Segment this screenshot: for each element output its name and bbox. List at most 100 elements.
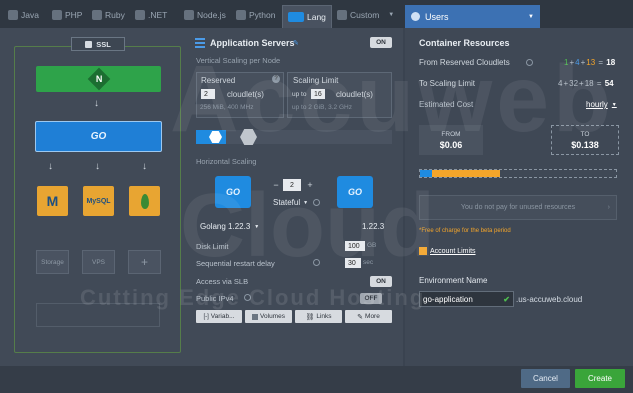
golang-card-left[interactable]: GO [215,176,251,208]
stateful-dropdown[interactable]: Stateful ▼ [273,198,321,207]
disk-unit: GB [367,242,377,249]
vertical-scaling-label: Vertical Scaling per Node [196,56,281,65]
chevron-down-icon: ▼ [254,223,260,230]
arrow-down-icon: ↓ [94,98,99,109]
tab-nodejs[interactable]: Node.js [184,5,226,25]
tab-dotnet[interactable]: .NET [135,5,167,25]
users-dropdown[interactable]: Users ▼ [405,5,540,28]
cost-bar-orange [432,170,500,177]
cost-bar-blue [420,170,432,177]
tab-python[interactable]: Python [236,5,275,25]
python-icon [236,10,246,20]
arrow-down-icon: ↓ [142,161,147,172]
golang-app-node[interactable]: GO [35,121,162,152]
mysql-node[interactable]: MySQL [83,186,114,216]
increase-nodes-button[interactable]: + [304,179,316,191]
arrow-down-icon: ↓ [48,161,53,172]
users-icon [411,12,420,21]
more-icon: ✎ [357,313,364,321]
vps-node[interactable]: VPS [82,250,115,274]
arrow-down-icon: ↓ [95,161,100,172]
volumes-button[interactable]: Volumes [245,310,292,323]
limit-prefix: up to [292,91,307,98]
chevron-down-icon: ▼ [388,12,395,18]
php-icon [52,10,62,20]
volume-icon [252,313,259,320]
chevron-down-icon: ▼ [611,101,617,108]
cost-period-dropdown[interactable]: hourly ▼ [586,100,617,109]
pin-icon[interactable]: ✎ [293,39,299,47]
account-limits-link[interactable]: Account Limits [419,247,476,255]
public-ipv4-toggle[interactable]: OFF [360,293,382,304]
golang-icon [288,12,304,22]
golang-card-right[interactable]: GO [337,176,373,208]
list-icon [195,38,205,48]
golang-version-right: 1.22.3 [362,222,385,231]
reserved-sub: 256 MiB, 400 MHz [200,104,254,111]
help-icon[interactable] [526,59,533,66]
app-servers-toggle[interactable]: ON [370,37,392,48]
restart-unit: sec [363,259,374,266]
node-count-input[interactable]: 2 [283,179,301,191]
nodejs-icon [184,10,194,20]
custom-icon [337,10,347,20]
chevron-right-icon: › [607,204,610,211]
mariadb-node[interactable]: M [37,186,68,216]
cancel-button[interactable]: Cancel [521,369,570,388]
tab-ruby[interactable]: Ruby [92,5,125,25]
reserved-title: Reserved [201,76,236,85]
restart-delay-input[interactable]: 30 [345,258,361,268]
add-node-button[interactable]: + [128,250,161,274]
create-button[interactable]: Create [575,369,625,388]
tab-java[interactable]: Java [8,5,39,25]
from-price-box: FROM $0.06 [419,125,483,155]
horizontal-scaling-label: Horizontal Scaling [196,157,257,166]
from-cloudlets-label: From Reserved Cloudlets [419,58,510,67]
limit-cloudlets-input[interactable]: 16 [311,89,325,99]
estimated-cost-label: Estimated Cost [419,100,474,109]
golang-version-select[interactable]: Golang 1.22.3 ▼ [200,222,259,231]
chevron-down-icon: ▼ [528,13,534,20]
dotnet-icon [135,10,145,20]
container-resources-title: Container Resources [419,38,510,48]
nginx-icon: N [87,67,110,91]
golang-icon: GO [347,187,362,197]
tab-php[interactable]: PHP [52,5,82,25]
reserved-cloudlets-input[interactable]: 2 [201,89,215,99]
tab-lang[interactable]: Lang [282,5,332,28]
to-price-box: TO $0.138 [551,125,619,155]
limits-icon [419,247,427,255]
more-button[interactable]: ✎ More [345,310,392,323]
links-button[interactable]: ⛓ Links [295,310,342,323]
disk-limit-input[interactable]: 100 [345,241,365,251]
brackets-icon: [-] [203,313,209,320]
check-icon: ✔ [503,294,510,304]
help-icon[interactable]: ? [272,75,280,83]
disk-limit-label: Disk Limit [196,242,229,251]
slb-toggle[interactable]: ON [370,276,392,287]
from-cloudlets-value: 1 + 4 + 13 = 18 [564,58,616,67]
app-servers-title: Application Servers [210,38,295,48]
ssl-toggle[interactable]: SSL [71,37,125,51]
help-icon[interactable] [244,294,251,301]
env-name-label: Environment Name [419,276,488,285]
env-name-input[interactable]: go-application ✔ [419,291,514,307]
reserved-unit: cloudlet(s) [227,90,264,99]
lock-icon [85,40,93,48]
decrease-nodes-button[interactable]: − [271,179,281,191]
variables-button[interactable]: [-] Variab... [196,310,242,323]
nginx-balancer-node[interactable]: N [36,66,161,92]
extra-node-slot[interactable] [36,303,160,327]
tab-custom[interactable]: Custom ▼ [337,5,394,25]
public-ipv4-label: Public IPv4 [196,294,234,303]
limit-unit: cloudlet(s) [336,90,373,99]
env-domain: .us-accuweb.cloud [516,295,583,304]
restart-delay-label: Sequential restart delay [196,259,275,268]
help-icon[interactable] [313,199,321,206]
golang-icon: GO [90,131,107,142]
help-icon[interactable] [313,259,320,266]
link-icon: ⛓ [305,313,315,321]
storage-node[interactable]: Storage [36,250,69,274]
chevron-down-icon: ▼ [303,199,309,206]
mongodb-node[interactable] [129,186,160,216]
